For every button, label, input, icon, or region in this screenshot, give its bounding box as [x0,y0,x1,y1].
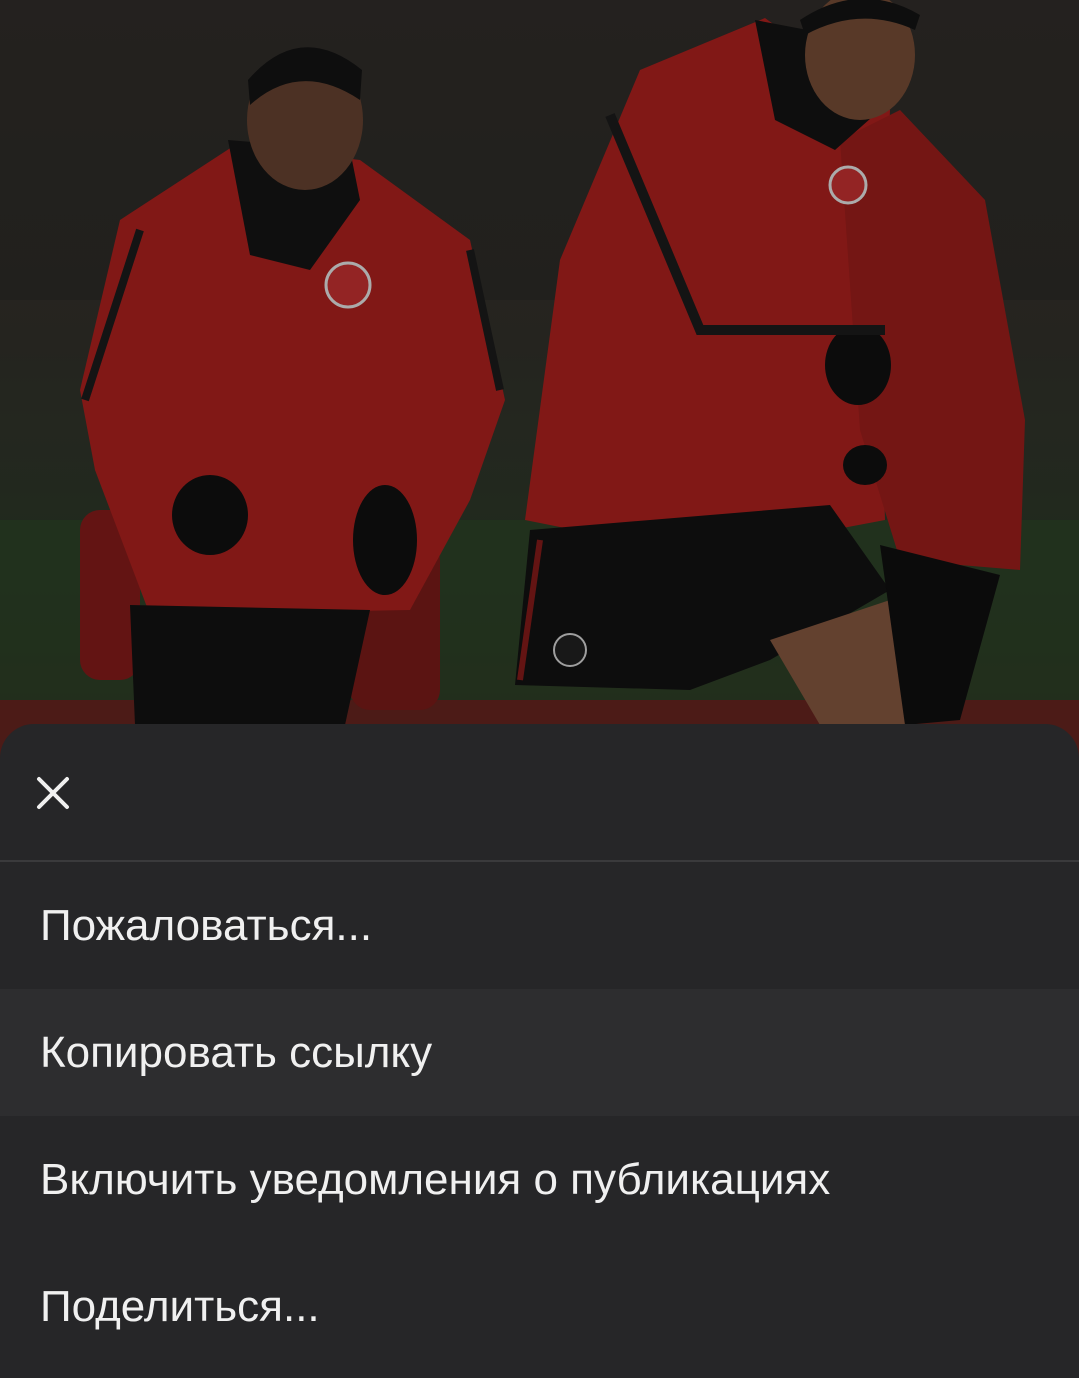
close-icon [36,776,70,815]
photo-dim-overlay [0,0,1079,760]
menu-item-label: Пожаловаться... [40,900,373,950]
menu-item-label: Поделиться... [40,1281,320,1331]
menu-item-report[interactable]: Пожаловаться... [0,862,1079,989]
menu-item-copy-link[interactable]: Копировать ссылку [0,989,1079,1116]
screen: Пожаловаться... Копировать ссылку Включи… [0,0,1079,1378]
menu-item-turn-on-post-notifications[interactable]: Включить уведомления о публикациях [0,1116,1079,1243]
close-button[interactable] [22,764,84,826]
menu-item-label: Копировать ссылку [40,1027,433,1077]
menu-item-share[interactable]: Поделиться... [0,1243,1079,1370]
options-bottom-sheet: Пожаловаться... Копировать ссылку Включи… [0,724,1079,1378]
sheet-header [0,724,1079,862]
post-photo [0,0,1079,760]
menu-item-label: Включить уведомления о публикациях [40,1154,831,1204]
